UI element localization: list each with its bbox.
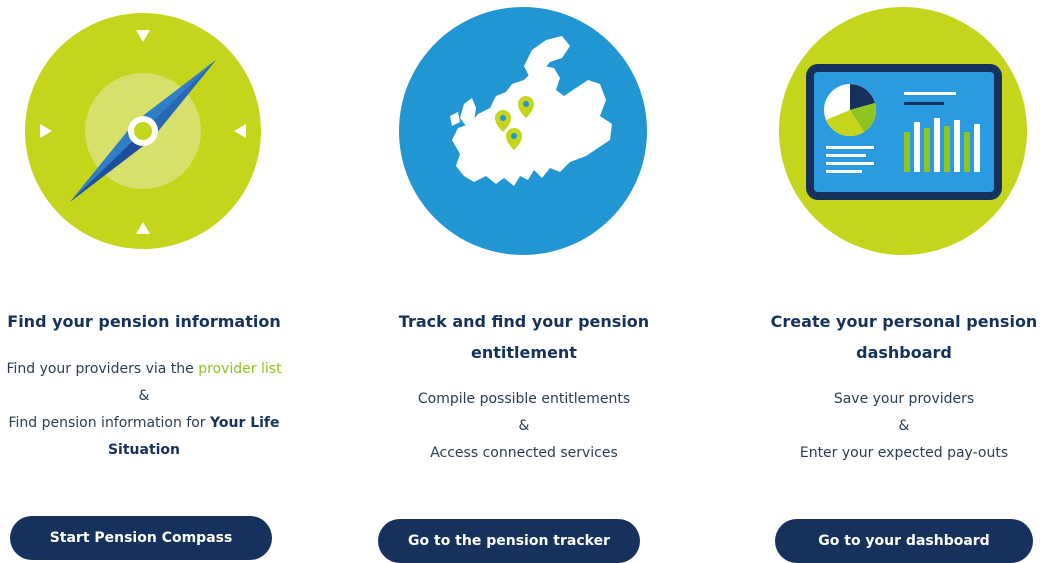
title-line: dashboard <box>856 343 952 362</box>
start-pension-compass-button[interactable]: Start Pension Compass <box>10 516 272 560</box>
compass-illustration <box>0 0 294 260</box>
card-title: Create your personal pension dashboard <box>754 306 1047 368</box>
life-situation-emphasis: Situation <box>107 442 181 458</box>
go-to-dashboard-button[interactable]: Go to your dashboard <box>775 519 1033 563</box>
card-description: Find your providers via the provider lis… <box>0 356 294 464</box>
card-description: Compile possible entitlements & Access c… <box>374 386 674 467</box>
title-line: Create your personal pension <box>770 312 1038 331</box>
dashboard-illustration <box>754 0 1047 260</box>
card-title: Find your pension information <box>7 312 281 331</box>
description-line-situation: Situation <box>0 437 294 464</box>
ampersand: & <box>138 388 150 404</box>
compass-icon <box>25 13 261 249</box>
life-situation-emphasis: Your Life <box>210 415 280 431</box>
description-line: Access connected services <box>430 445 618 461</box>
title-line: Track and find your pension <box>398 312 650 331</box>
description-line-providers: Find your providers via the provider lis… <box>0 356 294 383</box>
description-line-life-situation: Find pension information for Your Life <box>0 410 294 437</box>
go-to-pension-tracker-button[interactable]: Go to the pension tracker <box>378 519 640 563</box>
ampersand: & <box>898 418 910 434</box>
description-text: Find your providers via the <box>6 361 199 377</box>
europe-map-icon <box>399 7 647 255</box>
description-line: Save your providers <box>833 391 975 407</box>
dashboard-icon <box>779 7 1027 255</box>
title-line: entitlement <box>471 343 577 362</box>
ampersand: & <box>518 418 530 434</box>
description-line: Compile possible entitlements <box>417 391 631 407</box>
provider-list-link[interactable]: provider list <box>198 361 281 377</box>
tracker-illustration <box>374 0 674 260</box>
card-title: Track and find your pension entitlement <box>374 306 674 368</box>
description-text: Find pension information for <box>8 415 210 431</box>
card-description: Save your providers & Enter your expecte… <box>754 386 1047 467</box>
description-line: Enter your expected pay-outs <box>799 445 1009 461</box>
